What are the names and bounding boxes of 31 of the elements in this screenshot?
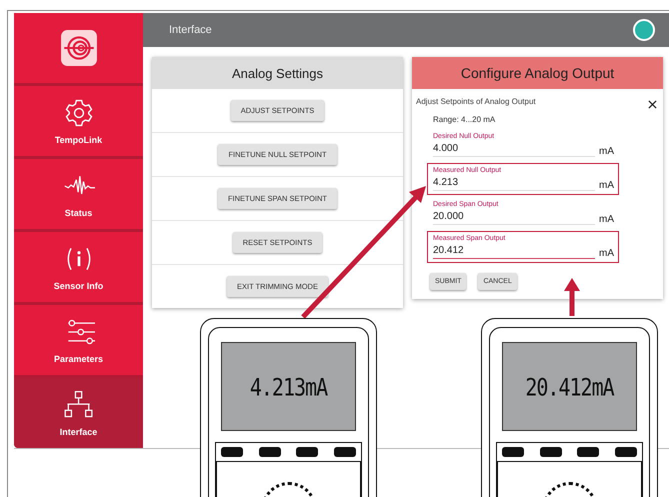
- meter-key: [577, 447, 600, 457]
- sidebar-item[interactable]: TempoLink: [14, 86, 143, 159]
- meter-key: [540, 447, 562, 457]
- multimeter-reading: 4.213mA: [250, 372, 328, 401]
- input-field[interactable]: 20.412: [433, 245, 595, 259]
- meter-key: [258, 447, 281, 457]
- dialog-subtitle: Adjust Setpoints of Analog Output: [416, 97, 536, 106]
- sidebar-item[interactable]: Status: [14, 159, 143, 232]
- meter-key: [334, 447, 356, 457]
- unit-label: mA: [599, 180, 614, 191]
- multimeter-reading: 20.412mA: [525, 372, 614, 401]
- meter-key: [502, 447, 524, 457]
- sidebar-item[interactable]: Interface: [14, 378, 143, 448]
- input-field[interactable]: 20.000: [433, 211, 595, 225]
- arrow: [564, 278, 580, 316]
- status-indicator-icon: [633, 19, 655, 41]
- unit-label: mA: [599, 146, 614, 157]
- close-icon[interactable]: [648, 100, 657, 109]
- window-title: Interface: [169, 24, 212, 36]
- unit-label: mA: [599, 214, 614, 225]
- dialog-title: Configure Analog Output: [412, 57, 663, 89]
- unit-label: mA: [599, 248, 614, 259]
- meter-key: [614, 447, 637, 457]
- sidebar-item[interactable]: Sensor Info: [14, 232, 143, 305]
- meter-key: [296, 447, 318, 457]
- range-text: Range: 4...20 mA: [432, 114, 496, 124]
- input-field[interactable]: 4.213: [433, 177, 595, 191]
- input-field[interactable]: 4.000: [433, 143, 595, 157]
- meter-key: [221, 447, 243, 457]
- logo-icon: [60, 29, 98, 67]
- card-title: Analog Settings: [152, 57, 403, 89]
